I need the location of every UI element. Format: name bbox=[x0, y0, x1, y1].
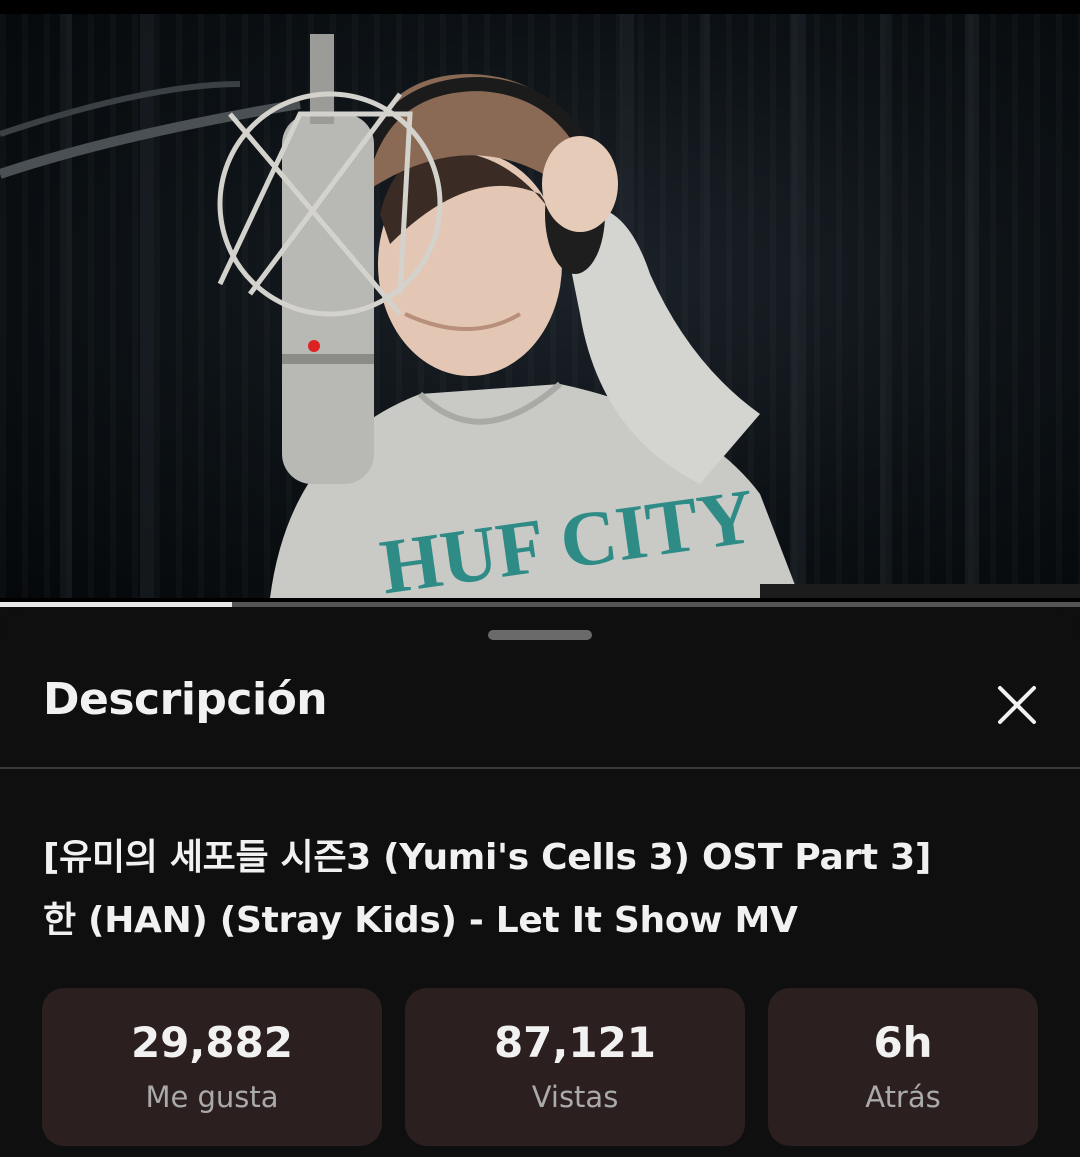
video-progress-bar[interactable] bbox=[0, 602, 1080, 607]
views-stat[interactable]: 87,121 Vistas bbox=[405, 988, 745, 1146]
video-frame: HUF CITY bbox=[0, 14, 1080, 602]
views-count: 87,121 bbox=[493, 1018, 657, 1067]
divider bbox=[0, 767, 1080, 769]
stats-row: 29,882 Me gusta 87,121 Vistas 6h Atrás bbox=[0, 988, 1080, 1148]
likes-stat[interactable]: 29,882 Me gusta bbox=[42, 988, 382, 1146]
views-label: Vistas bbox=[531, 1080, 619, 1114]
drag-handle[interactable] bbox=[488, 630, 592, 640]
video-frame-illustration: HUF CITY bbox=[0, 14, 1080, 602]
upload-age-value: 6h bbox=[873, 1018, 933, 1067]
upload-age-stat[interactable]: 6h Atrás bbox=[768, 988, 1038, 1146]
video-title-line-2: 한 (HAN) (Stray Kids) - Let It Show MV bbox=[43, 900, 798, 941]
description-sheet: Descripción [유미의 세포들 시즌3 (Yumi's Cells 3… bbox=[0, 610, 1080, 1157]
close-button[interactable] bbox=[990, 678, 1044, 732]
video-progress-fill bbox=[0, 602, 233, 607]
likes-label: Me gusta bbox=[145, 1080, 279, 1114]
likes-count: 29,882 bbox=[130, 1018, 294, 1067]
close-icon bbox=[998, 686, 1036, 724]
video-player[interactable]: HUF CITY bbox=[0, 0, 1080, 602]
upload-age-label: Atrás bbox=[865, 1080, 941, 1114]
sheet-title: Descripción bbox=[43, 674, 328, 725]
video-title: [유미의 세포들 시즌3 (Yumi's Cells 3) OST Part 3… bbox=[43, 826, 1033, 952]
video-title-line-1: [유미의 세포들 시즌3 (Yumi's Cells 3) OST Part 3… bbox=[43, 837, 931, 878]
